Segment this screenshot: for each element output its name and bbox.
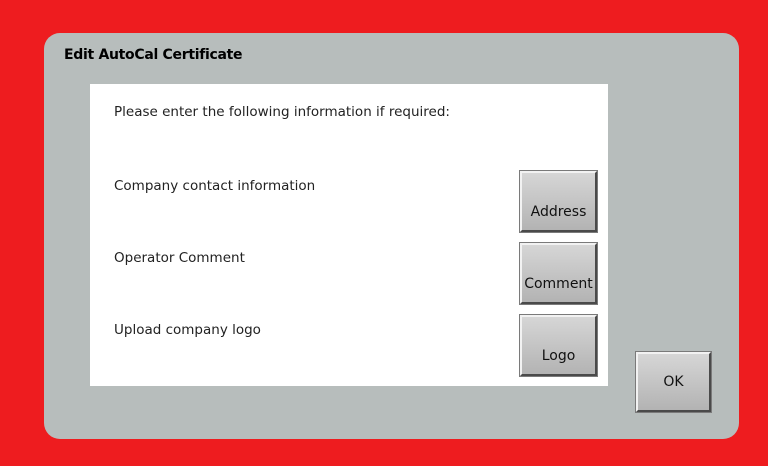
logo-button[interactable]: Logo: [519, 314, 598, 377]
ok-button[interactable]: OK: [635, 351, 712, 413]
operator-comment-label: Operator Comment: [114, 250, 245, 266]
content-panel: Please enter the following information i…: [90, 84, 608, 386]
company-contact-label: Company contact information: [114, 178, 316, 194]
instructions-text: Please enter the following information i…: [114, 104, 450, 120]
edit-certificate-dialog: Edit AutoCal Certificate Please enter th…: [44, 33, 739, 439]
comment-button[interactable]: Comment: [519, 242, 598, 305]
address-button[interactable]: Address: [519, 170, 598, 233]
dialog-title: Edit AutoCal Certificate: [64, 47, 243, 63]
upload-logo-label: Upload company logo: [114, 322, 261, 338]
screen-background: Edit AutoCal Certificate Please enter th…: [0, 0, 768, 466]
